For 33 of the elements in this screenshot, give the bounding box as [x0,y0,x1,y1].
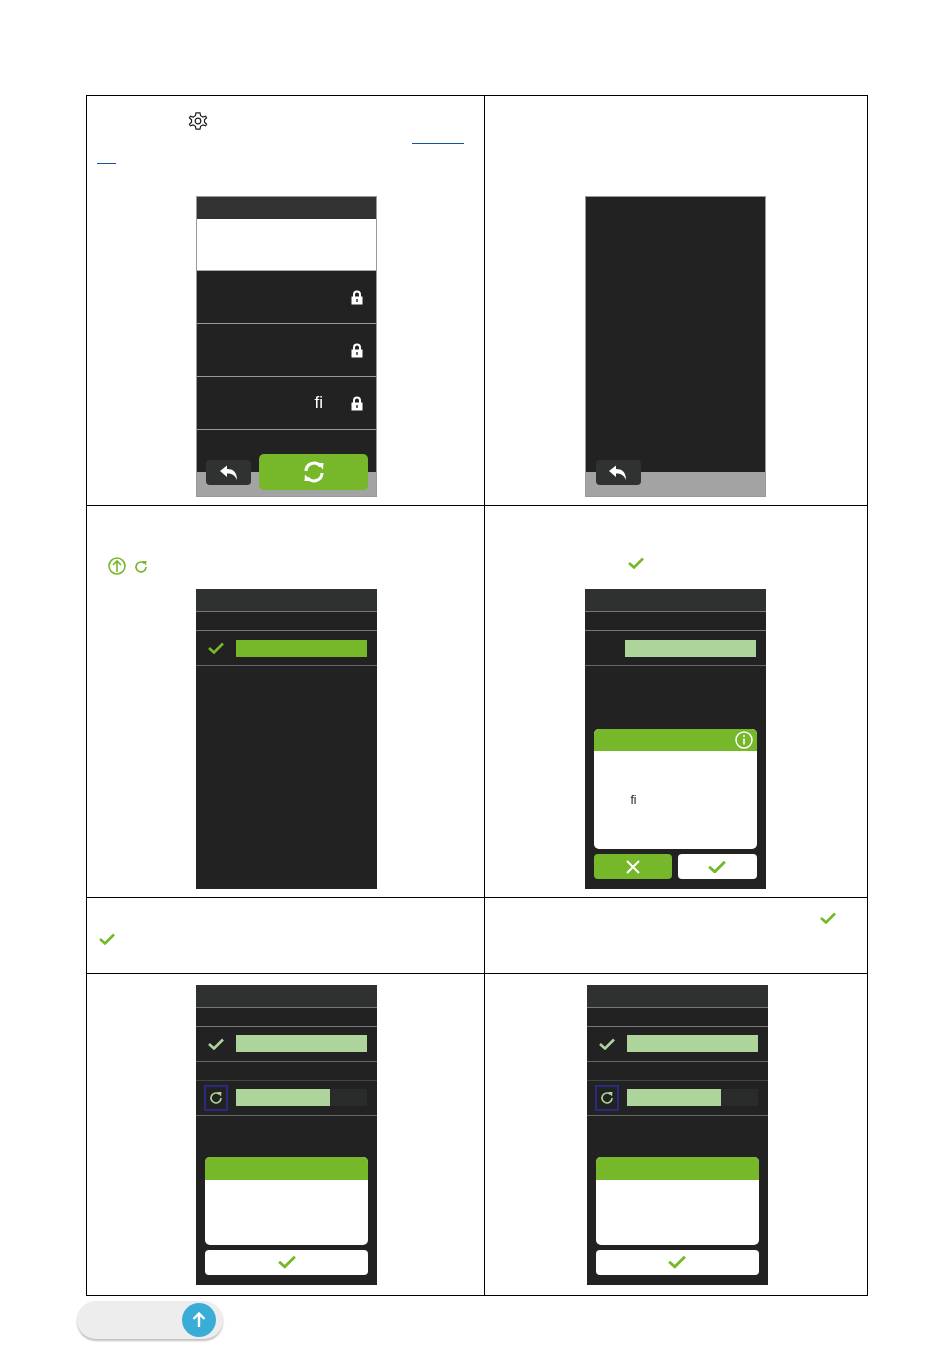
refresh-icon [208,1089,224,1106]
refresh-button[interactable] [594,1084,619,1111]
back-button[interactable] [595,460,641,485]
confirm-button[interactable] [595,1249,759,1275]
lock-icon [351,342,363,358]
check-icon [99,932,115,945]
dialog-text: fi [630,793,637,807]
refresh-button[interactable] [204,1084,228,1111]
refresh-icon [133,559,149,575]
check-icon [820,912,836,924]
settings-icon [187,110,209,132]
back-arrow-icon [218,464,239,481]
confirm-button[interactable] [205,1249,368,1275]
check-icon [277,1255,296,1269]
upload-icon [108,557,126,575]
up-arrow-icon [192,1312,206,1328]
info-icon [734,731,753,749]
check-icon [628,557,644,569]
cancel-button[interactable] [593,854,672,879]
checkmark-icon [208,1037,224,1050]
lock-icon [351,395,363,411]
checkmark-icon [208,642,224,654]
back-arrow-icon [608,464,628,481]
lock-icon [351,289,363,305]
checkmark-icon [598,1037,615,1050]
row-label: fi [314,392,323,415]
close-icon [625,859,640,874]
back-button[interactable] [206,460,251,485]
check-icon [668,1255,686,1269]
refresh-icon [598,1089,615,1106]
back-to-top-button[interactable] [182,1303,216,1337]
check-icon [708,859,727,874]
locked-row[interactable]: fi [197,377,376,430]
